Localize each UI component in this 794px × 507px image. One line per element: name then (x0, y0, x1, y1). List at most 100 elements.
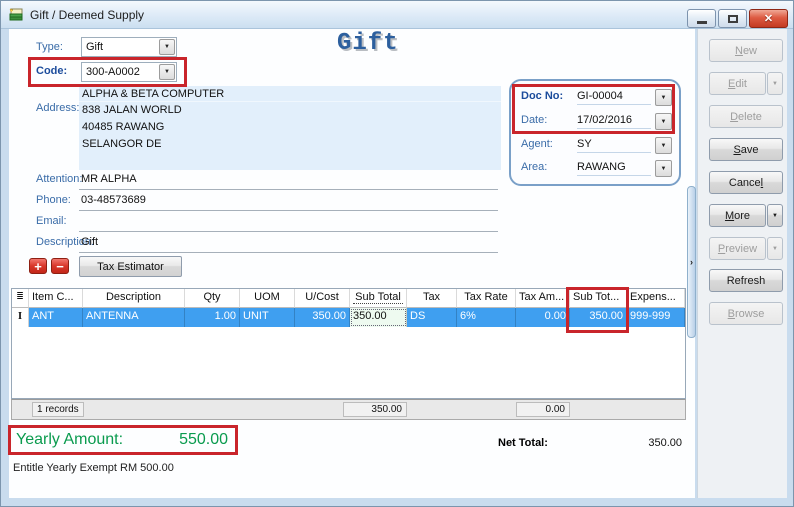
cell-description[interactable]: ANTENNA (83, 308, 185, 327)
cell-item-code[interactable]: ANT (29, 308, 83, 327)
type-combobox[interactable]: Gift ▼ (81, 37, 177, 57)
phone-field[interactable]: 03-48573689 (81, 194, 146, 206)
type-dropdown-icon[interactable]: ▼ (159, 39, 175, 55)
row-indicator-icon: I (12, 308, 29, 327)
area-label: Area: (521, 161, 547, 173)
agent-dropdown-icon[interactable]: ▼ (655, 137, 672, 154)
col-tax[interactable]: Tax (407, 289, 457, 308)
col-tax-rate[interactable]: Tax Rate (457, 289, 516, 308)
description-underline (79, 252, 498, 253)
plus-icon: + (34, 260, 42, 273)
code-dropdown-icon[interactable]: ▼ (159, 64, 175, 80)
yearly-exempt-note: Entitle Yearly Exempt RM 500.00 (13, 462, 174, 474)
more-dropdown-button[interactable]: ▼ (767, 204, 783, 227)
window-title: Gift / Deemed Supply (30, 8, 144, 22)
cell-uom[interactable]: UNIT (240, 308, 295, 327)
cell-subtotal-editing[interactable]: 350.00 (350, 308, 407, 327)
edit-dropdown-button[interactable]: ▼ (767, 72, 783, 95)
code-value: 300-A0002 (86, 66, 140, 78)
phone-label: Phone: (36, 194, 71, 206)
table-header-row: ≣ Item C... Description Qty UOM U/Cost S… (12, 289, 685, 308)
address-line: 40485 RAWANG (79, 119, 501, 136)
col-tax-amount[interactable]: Tax Am... (516, 289, 570, 308)
delete-button[interactable]: Delete (709, 105, 783, 128)
save-button[interactable]: Save (709, 138, 783, 161)
col-qty[interactable]: Qty (185, 289, 240, 308)
record-count-badge: 1 records (32, 402, 84, 417)
col-ucost[interactable]: U/Cost (295, 289, 350, 308)
browse-button[interactable]: Browse (709, 302, 783, 325)
refresh-button[interactable]: Refresh (709, 269, 783, 292)
date-label: Date: (521, 114, 547, 126)
phone-underline (79, 210, 498, 211)
yearly-amount-value: 550.00 (179, 431, 228, 449)
column-chooser-icon[interactable]: ≣ (12, 289, 29, 308)
area-dropdown-icon[interactable]: ▼ (655, 160, 672, 177)
dropdown-arrow-icon: ▼ (772, 81, 778, 87)
cancel-button[interactable]: Cancel (709, 171, 783, 194)
table-footer: 1 records 350.00 0.00 (11, 399, 686, 420)
doc-no-dropdown-icon[interactable]: ▼ (655, 89, 672, 106)
panel-collapse-handle[interactable]: › (687, 186, 696, 338)
area-field[interactable]: RAWANG (577, 161, 651, 176)
col-item-code[interactable]: Item C... (29, 289, 83, 308)
cell-expense[interactable]: 999-999 (627, 308, 685, 327)
net-total-label: Net Total: (498, 437, 548, 449)
description-field[interactable]: Gift (81, 236, 98, 248)
attention-field[interactable]: MR ALPHA (81, 173, 137, 185)
cell-tax[interactable]: DS (407, 308, 457, 327)
address-label: Address: (36, 102, 79, 114)
doc-no-field[interactable]: GI-00004 (577, 90, 651, 105)
close-icon: ✕ (764, 12, 773, 25)
col-subtotal-2[interactable]: Sub Tot... (570, 289, 627, 308)
col-description[interactable]: Description (83, 289, 185, 308)
type-value: Gift (86, 41, 103, 53)
doc-info-panel: Doc No: GI-00004 ▼ Date: 17/02/2016 ▼ Ag… (509, 79, 681, 186)
footer-subtotal: 350.00 (343, 402, 407, 417)
cell-subtotal-2[interactable]: 350.00 (570, 308, 627, 327)
maximize-button[interactable] (718, 9, 747, 28)
gift-deemed-supply-window: Gift / Deemed Supply ✕ Type: Gift ▼ Code… (0, 0, 794, 507)
code-combobox[interactable]: 300-A0002 ▼ (81, 62, 177, 82)
doc-no-label: Doc No: (521, 90, 563, 102)
company-name: ALPHA & BETA COMPUTER (79, 86, 501, 102)
col-uom[interactable]: UOM (240, 289, 295, 308)
code-label: Code: (36, 65, 67, 77)
agent-label: Agent: (521, 138, 553, 150)
col-subtotal[interactable]: Sub Total (350, 289, 407, 308)
preview-dropdown-button[interactable]: ▼ (767, 237, 783, 260)
titlebar: Gift / Deemed Supply ✕ (1, 1, 794, 29)
agent-field[interactable]: SY (577, 138, 651, 153)
preview-button[interactable]: Preview (709, 237, 766, 260)
date-dropdown-icon[interactable]: ▼ (655, 113, 672, 130)
app-icon (8, 7, 24, 23)
yearly-amount-highlight-box: Yearly Amount: 550.00 (8, 425, 238, 455)
add-row-button[interactable]: + (29, 258, 47, 274)
chevron-right-icon: › (690, 257, 693, 267)
more-button[interactable]: More (709, 204, 766, 227)
address-line: 838 JALAN WORLD (79, 102, 501, 119)
date-field[interactable]: 17/02/2016 (577, 114, 651, 129)
edit-button[interactable]: Edit (709, 72, 766, 95)
yearly-amount-label: Yearly Amount: (16, 431, 123, 449)
address-block[interactable]: ALPHA & BETA COMPUTER 838 JALAN WORLD 40… (79, 86, 501, 170)
maximize-icon (728, 15, 738, 23)
table-row[interactable]: I ANT ANTENNA 1.00 UNIT 350.00 350.00 DS… (12, 308, 685, 327)
close-button[interactable]: ✕ (749, 9, 788, 28)
action-button-panel (697, 29, 787, 498)
tax-estimator-button[interactable]: Tax Estimator (79, 256, 182, 277)
cell-tax-amount[interactable]: 0.00 (516, 308, 570, 327)
new-button[interactable]: New (709, 39, 783, 62)
cell-tax-rate[interactable]: 6% (457, 308, 516, 327)
remove-row-button[interactable]: − (51, 258, 69, 274)
minimize-button[interactable] (687, 9, 716, 28)
attention-label: Attention: (36, 173, 82, 185)
email-label: Email: (36, 215, 67, 227)
cell-ucost[interactable]: 350.00 (295, 308, 350, 327)
cell-qty[interactable]: 1.00 (185, 308, 240, 327)
address-line: SELANGOR DE (79, 136, 501, 153)
items-table: ≣ Item C... Description Qty UOM U/Cost S… (11, 288, 686, 399)
footer-tax-amount: 0.00 (516, 402, 570, 417)
dropdown-arrow-icon: ▼ (772, 246, 778, 252)
col-expense[interactable]: Expens... (627, 289, 685, 308)
